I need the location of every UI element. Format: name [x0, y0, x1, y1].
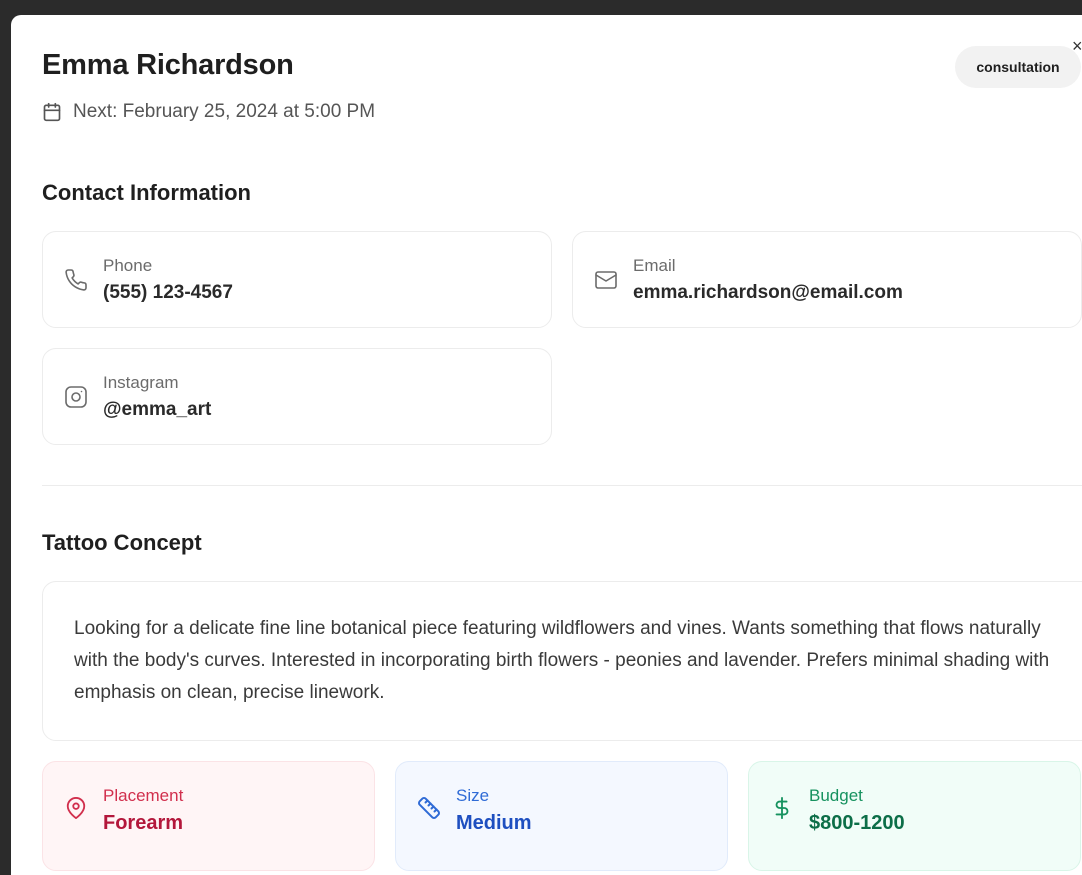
map-pin-icon — [63, 795, 89, 821]
size-card: Size Medium — [395, 761, 728, 871]
budget-card: Budget $800-1200 — [748, 761, 1081, 871]
size-value: Medium — [456, 812, 532, 834]
phone-card[interactable]: Phone (555) 123-4567 — [42, 231, 552, 328]
next-appointment: Next: February 25, 2024 at 5:00 PM — [42, 100, 375, 124]
dollar-icon — [769, 795, 795, 821]
placement-value: Forearm — [103, 812, 184, 834]
mail-icon — [593, 267, 619, 293]
email-card[interactable]: Email emma.richardson@email.com — [572, 231, 1082, 328]
next-appointment-text: Next: February 25, 2024 at 5:00 PM — [73, 101, 376, 122]
budget-value: $800-1200 — [809, 812, 905, 834]
phone-icon — [63, 267, 89, 293]
size-label: Size — [456, 786, 490, 805]
phone-label: Phone — [103, 256, 153, 275]
instagram-value: @emma_art — [103, 399, 212, 420]
placement-card: Placement Forearm — [42, 761, 375, 871]
status-badge: consultation — [955, 46, 1081, 88]
section-divider — [42, 485, 1082, 486]
instagram-label: Instagram — [103, 373, 179, 392]
client-detail-modal: × Emma Richardson consultation Next: Feb… — [11, 15, 1082, 875]
instagram-icon — [63, 384, 89, 410]
budget-label: Budget — [809, 786, 863, 805]
calendar-icon — [43, 102, 61, 122]
concept-card: Looking for a delicate fine line botanic… — [42, 581, 1082, 741]
phone-value: (555) 123-4567 — [103, 282, 233, 303]
concept-section-title: Tattoo Concept — [42, 530, 202, 555]
email-value: emma.richardson@email.com — [633, 282, 903, 303]
ruler-icon — [416, 795, 442, 821]
client-name: Emma Richardson — [42, 49, 294, 81]
contact-section-title: Contact Information — [42, 180, 251, 205]
email-label: Email — [633, 256, 676, 275]
instagram-card[interactable]: Instagram @emma_art — [42, 348, 552, 445]
placement-label: Placement — [103, 786, 184, 805]
concept-description: Looking for a delicate fine line botanic… — [74, 618, 1050, 703]
